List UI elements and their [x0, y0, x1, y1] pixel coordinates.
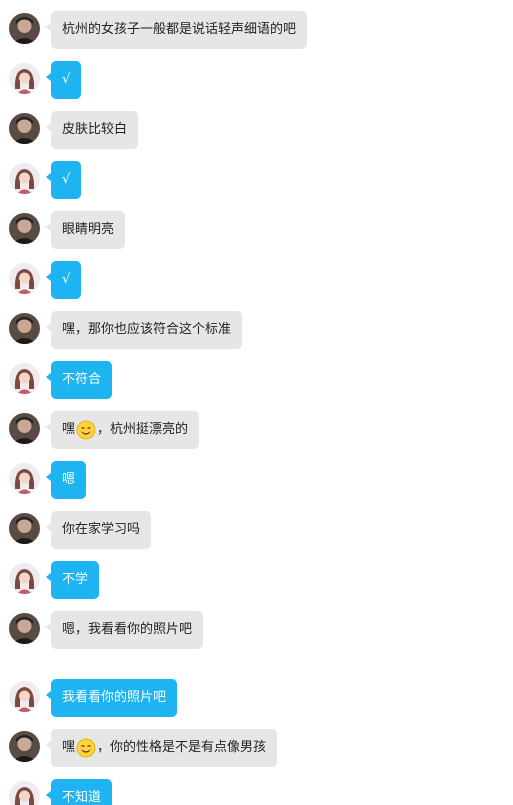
- male-avatar-icon[interactable]: [9, 513, 40, 544]
- female-avatar-icon[interactable]: [9, 363, 40, 394]
- message-bubble: 眼睛明亮: [45, 211, 126, 249]
- message-row-me: 我看看你的照片吧: [9, 679, 178, 717]
- message-text: 嗯，我看看你的照片吧: [62, 622, 193, 637]
- message-row-other: 嘿 ，杭州挺漂亮的: [9, 411, 200, 449]
- message-row-other: 嗯，我看看你的照片吧: [9, 611, 204, 649]
- message-row-me: 不知道: [9, 779, 113, 805]
- message-text: √: [62, 72, 71, 87]
- message-bubble: 不符合: [45, 361, 113, 399]
- message-bubble: √: [45, 61, 82, 99]
- female-avatar-icon[interactable]: [9, 463, 40, 494]
- male-avatar-icon[interactable]: [9, 13, 40, 44]
- message-text: 嘿，那你也应该符合这个标准: [62, 322, 232, 337]
- message-text: 皮肤比较白: [62, 122, 128, 137]
- message-text: 眼睛明亮: [62, 222, 115, 237]
- message-row-other: 杭州的女孩子一般都是说话轻声细语的吧: [9, 11, 308, 49]
- message-text: 你在家学习吗: [62, 522, 141, 537]
- message-text: √: [62, 272, 71, 287]
- message-bubble: √: [45, 161, 82, 199]
- message-row-me: 嗯: [9, 461, 87, 499]
- smile-emoji-icon: [76, 420, 96, 440]
- female-avatar-icon[interactable]: [9, 63, 40, 94]
- message-bubble: 嘿 ，你的性格是不是有点像男孩: [45, 729, 278, 767]
- message-bubble: 不学: [45, 561, 100, 599]
- message-row-me: 不学: [9, 561, 100, 599]
- message-row-me: √: [9, 161, 82, 199]
- message-row-me: 不符合: [9, 361, 113, 399]
- female-avatar-icon[interactable]: [9, 681, 40, 712]
- message-bubble: 杭州的女孩子一般都是说话轻声细语的吧: [45, 11, 308, 49]
- female-avatar-icon[interactable]: [9, 563, 40, 594]
- male-avatar-icon[interactable]: [9, 731, 40, 762]
- male-avatar-icon[interactable]: [9, 413, 40, 444]
- message-row-other: 嘿，那你也应该符合这个标准: [9, 311, 243, 349]
- message-bubble: 我看看你的照片吧: [45, 679, 178, 717]
- message-text: ，杭州挺漂亮的: [97, 422, 189, 437]
- message-bubble: 嘿 ，杭州挺漂亮的: [45, 411, 200, 449]
- message-row-other: 眼睛明亮: [9, 211, 126, 249]
- message-row-other: 你在家学习吗: [9, 511, 152, 549]
- message-bubble: √: [45, 261, 82, 299]
- message-bubble: 嗯，我看看你的照片吧: [45, 611, 204, 649]
- message-text: 杭州的女孩子一般都是说话轻声细语的吧: [62, 22, 297, 37]
- message-bubble: 你在家学习吗: [45, 511, 152, 549]
- male-avatar-icon[interactable]: [9, 313, 40, 344]
- message-row-other: 皮肤比较白: [9, 111, 139, 149]
- message-bubble: 嗯: [45, 461, 87, 499]
- smile-emoji-icon: [76, 738, 96, 758]
- female-avatar-icon[interactable]: [9, 781, 40, 805]
- male-avatar-icon[interactable]: [9, 213, 40, 244]
- message-text: 我看看你的照片吧: [62, 690, 167, 705]
- message-text: 不学: [62, 572, 89, 587]
- message-text: 不知道: [62, 790, 102, 805]
- message-text: 不符合: [62, 372, 102, 387]
- female-avatar-icon[interactable]: [9, 263, 40, 294]
- message-text: 嘿: [62, 740, 76, 755]
- message-bubble: 皮肤比较白: [45, 111, 139, 149]
- message-row-me: √: [9, 61, 82, 99]
- message-bubble: 不知道: [45, 779, 113, 805]
- chat-window: 杭州的女孩子一般都是说话轻声细语的吧 √ 皮肤比较白 √ 眼睛明亮 √ 嘿，那你…: [0, 0, 513, 805]
- message-bubble: 嘿，那你也应该符合这个标准: [45, 311, 243, 349]
- female-avatar-icon[interactable]: [9, 163, 40, 194]
- message-row-me: √: [9, 261, 82, 299]
- message-text: ，你的性格是不是有点像男孩: [97, 740, 267, 755]
- message-row-other: 嘿 ，你的性格是不是有点像男孩: [9, 729, 278, 767]
- message-text: √: [62, 172, 71, 187]
- male-avatar-icon[interactable]: [9, 113, 40, 144]
- message-text: 嘿: [62, 422, 76, 437]
- male-avatar-icon[interactable]: [9, 613, 40, 644]
- message-text: 嗯: [62, 472, 76, 487]
